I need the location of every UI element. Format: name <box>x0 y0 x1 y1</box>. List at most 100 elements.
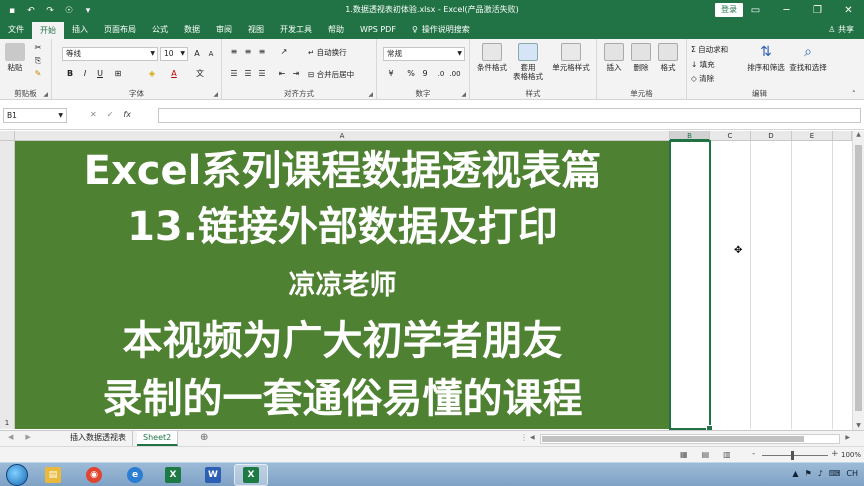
volume-icon[interactable]: ♪ <box>818 469 823 478</box>
copy-icon[interactable]: ⎘ <box>32 56 44 66</box>
align-bottom-icon[interactable]: ≡ <box>256 47 268 57</box>
show-hidden-icon[interactable]: ▲ <box>792 469 798 478</box>
column-header-c[interactable]: C <box>710 131 751 141</box>
column-c-cells[interactable] <box>710 141 751 429</box>
start-button[interactable] <box>6 464 28 486</box>
scroll-down-icon[interactable]: ▼ <box>853 422 864 429</box>
clipboard-launcher-icon[interactable]: ◢ <box>43 91 48 98</box>
format-as-table-button[interactable]: 套用 表格格式 <box>510 43 546 81</box>
tab-insert[interactable]: 插入 <box>64 21 96 39</box>
zoom-out-button[interactable]: - <box>752 449 755 459</box>
taskbar-ie[interactable]: e <box>118 464 152 486</box>
conditional-formatting-button[interactable]: 条件格式 <box>474 43 510 72</box>
page-layout-view-icon[interactable]: ▤ <box>702 450 710 459</box>
phonetic-icon[interactable]: 文 <box>194 69 206 79</box>
redo-icon[interactable]: ↷ <box>44 6 56 16</box>
prev-sheet-icon[interactable]: ◀ <box>8 433 13 441</box>
zoom-in-button[interactable]: + <box>831 449 839 459</box>
close-icon[interactable]: ✕ <box>833 0 864 21</box>
tab-page-layout[interactable]: 页面布局 <box>96 21 144 39</box>
enter-icon[interactable]: ✓ <box>107 110 114 119</box>
name-box[interactable]: B1 ▼ <box>3 108 67 123</box>
tab-wps-pdf[interactable]: WPS PDF <box>352 21 404 39</box>
sheet-tab-sheet2[interactable]: Sheet2 <box>137 431 179 446</box>
horizontal-scrollbar[interactable]: ◀ ▶ <box>530 434 850 444</box>
find-select-button[interactable]: ⌕ 查找和选择 <box>787 43 829 72</box>
decrease-indent-icon[interactable]: ⇤ <box>276 69 288 79</box>
autosum-button[interactable]: Σ 自动求和 <box>691 45 728 55</box>
cancel-icon[interactable]: ✕ <box>90 110 97 119</box>
save-icon[interactable]: ▪ <box>6 6 18 16</box>
tab-formulas[interactable]: 公式 <box>144 21 176 39</box>
keyboard-icon[interactable]: ⌨ <box>829 469 841 478</box>
tab-home[interactable]: 开始 <box>32 22 64 39</box>
sort-filter-button[interactable]: ⇅ 排序和筛选 <box>745 43 787 72</box>
font-name-select[interactable]: 等线 ▼ <box>62 47 158 61</box>
input-language[interactable]: CH <box>846 469 858 478</box>
taskbar-excel[interactable]: X <box>234 464 268 486</box>
paste-button[interactable]: 粘贴 <box>4 43 26 72</box>
taskbar-explorer[interactable]: ▤ <box>36 464 70 486</box>
taskbar-word[interactable]: W <box>196 464 230 486</box>
column-d-cells[interactable] <box>751 141 792 429</box>
cell-styles-button[interactable]: 单元格样式 <box>548 43 594 72</box>
column-header-partial[interactable] <box>833 131 852 141</box>
alignment-launcher-icon[interactable]: ◢ <box>368 91 373 98</box>
tab-review[interactable]: 审阅 <box>208 21 240 39</box>
fill-color-icon[interactable]: ◈ <box>146 69 158 79</box>
restore-icon[interactable]: ❐ <box>802 0 833 21</box>
customize-qat-icon[interactable]: ▾ <box>82 6 94 16</box>
delete-cells-button[interactable]: 删除 <box>628 43 654 72</box>
number-format-select[interactable]: 常规 ▼ <box>383 47 465 61</box>
underline-button[interactable]: U <box>94 69 106 79</box>
touch-mode-icon[interactable]: ☉ <box>63 6 75 16</box>
minimize-icon[interactable]: ─ <box>771 0 802 21</box>
italic-button[interactable]: I <box>79 69 91 79</box>
add-sheet-icon[interactable]: ⊕ <box>200 432 208 444</box>
font-launcher-icon[interactable]: ◢ <box>213 91 218 98</box>
increase-decimal-icon[interactable]: .0 <box>435 69 447 79</box>
tab-view[interactable]: 视图 <box>240 21 272 39</box>
merge-center-button[interactable]: ⊟ 合并后居中 <box>308 70 354 80</box>
formula-input[interactable] <box>158 108 861 123</box>
vertical-scroll-thumb[interactable] <box>855 145 862 411</box>
tab-help[interactable]: 帮助 <box>320 21 352 39</box>
currency-icon[interactable]: ¥ <box>385 69 397 79</box>
scroll-left-icon[interactable]: ◀ <box>530 434 535 441</box>
collapse-ribbon-icon[interactable]: ˄ <box>852 89 856 99</box>
zoom-level[interactable]: 100% <box>841 451 861 459</box>
scroll-right-icon[interactable]: ▶ <box>845 434 850 441</box>
normal-view-icon[interactable]: ▦ <box>680 450 688 459</box>
format-painter-icon[interactable]: ✎ <box>32 69 44 79</box>
column-e-cells[interactable] <box>792 141 833 429</box>
font-color-icon[interactable]: A <box>168 69 180 79</box>
font-size-select[interactable]: 10 ▼ <box>160 47 188 61</box>
selected-cell-b1[interactable] <box>669 140 713 432</box>
align-center-icon[interactable]: ☰ <box>242 69 254 79</box>
next-sheet-icon[interactable]: ▶ <box>25 433 30 441</box>
align-right-icon[interactable]: ☰ <box>256 69 268 79</box>
tab-file[interactable]: 文件 <box>0 21 32 39</box>
taskbar-chrome[interactable]: ◉ <box>77 464 111 486</box>
align-middle-icon[interactable]: ≡ <box>242 47 254 57</box>
row-header-1[interactable]: 1 <box>0 141 15 429</box>
taskbar-excel-old[interactable]: X <box>156 464 190 486</box>
number-launcher-icon[interactable]: ◢ <box>461 91 466 98</box>
flag-icon[interactable]: ⚑ <box>805 469 812 478</box>
borders-icon[interactable]: ⊞ <box>112 69 124 79</box>
column-header-d[interactable]: D <box>751 131 792 141</box>
sheet-tab-pivot[interactable]: 插入数据透视表 <box>64 431 133 446</box>
tab-data[interactable]: 数据 <box>176 21 208 39</box>
cell-a1[interactable]: Excel系列课程数据透视表篇 13.链接外部数据及打印 凉凉老师 本视频为广大… <box>15 141 670 429</box>
page-break-view-icon[interactable]: ▥ <box>723 450 731 459</box>
cut-icon[interactable]: ✂ <box>32 43 44 53</box>
share-button[interactable]: ♙ 共享 <box>828 23 854 37</box>
orientation-icon[interactable]: ↗ <box>278 47 290 57</box>
select-all-corner[interactable] <box>0 131 15 141</box>
insert-cells-button[interactable]: 插入 <box>601 43 627 72</box>
scroll-up-icon[interactable]: ▲ <box>853 131 864 138</box>
zoom-slider[interactable] <box>762 455 828 456</box>
grow-font-icon[interactable]: A <box>191 49 203 59</box>
vertical-scrollbar[interactable]: ▲ ▼ <box>852 131 864 430</box>
decrease-decimal-icon[interactable]: .00 <box>449 69 461 79</box>
